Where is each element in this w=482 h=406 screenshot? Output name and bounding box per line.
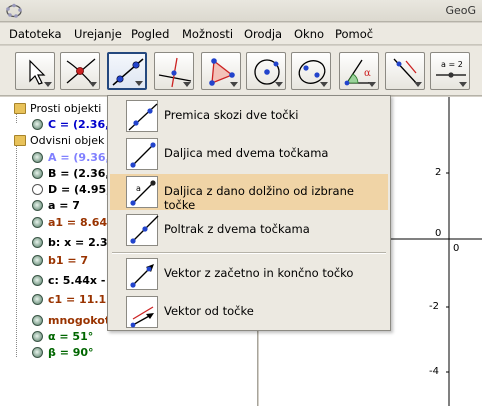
visibility-toggle-icon[interactable] (32, 331, 43, 342)
y-tick-label: -2 (429, 301, 439, 312)
line-tools-dropdown: Premica skozi dve točki Daljica med dvem… (107, 95, 391, 331)
toolbar: α a = 2 (0, 46, 482, 96)
menu-window[interactable]: Okno (294, 27, 324, 41)
perpendicular-tool-button[interactable] (154, 52, 194, 90)
y-tick-label: 0 (435, 228, 442, 239)
algebra-item[interactable]: β = 90° (0, 345, 258, 361)
visibility-toggle-icon[interactable] (32, 294, 43, 305)
window-title: GeoG (445, 4, 476, 17)
visibility-toggle-icon[interactable] (32, 347, 43, 358)
menu-help[interactable]: Pomoč (335, 27, 373, 41)
menu-options[interactable]: Možnosti (182, 27, 233, 41)
folder-icon (14, 103, 26, 114)
segment-given-length-icon: a (130, 180, 156, 206)
visibility-toggle-icon[interactable] (32, 184, 43, 195)
angle-tool-button[interactable]: α (339, 52, 379, 90)
reflect-tool-button[interactable] (385, 52, 425, 90)
ray-two-points-option[interactable]: Poltrak z dvema točkama (110, 212, 388, 248)
visibility-toggle-icon[interactable] (32, 255, 43, 266)
svg-text:α: α (364, 68, 371, 79)
circle-tool-button[interactable] (246, 52, 286, 90)
visibility-toggle-icon[interactable] (32, 237, 43, 248)
line-two-points-option[interactable]: Premica skozi dve točki (110, 98, 388, 134)
geogebra-window: GeoG Datoteka Urejanje Pogled Možnosti O… (0, 0, 482, 406)
title-bar: GeoG (0, 0, 482, 22)
geogebra-logo-icon (6, 3, 22, 18)
point-tool-button[interactable] (60, 52, 100, 90)
menu-tools[interactable]: Orodja (244, 27, 282, 41)
menu-bar: Datoteka Urejanje Pogled Možnosti Orodja… (0, 23, 482, 45)
menu-view[interactable]: Pogled (131, 27, 169, 41)
y-tick-label: -4 (429, 366, 439, 377)
line-two-points-icon (128, 103, 158, 131)
line-tool-button[interactable] (107, 52, 147, 90)
vector-two-points-option[interactable]: Vektor z začetno in končno točko (110, 256, 388, 292)
svg-text:a = 2: a = 2 (441, 60, 463, 69)
segment-given-length-option[interactable]: a Daljica z dano dolžino od izbrane točk… (110, 174, 388, 212)
visibility-toggle-icon[interactable] (32, 217, 43, 228)
y-tick-label: 2 (435, 167, 442, 178)
segment-two-points-option[interactable]: Daljica med dvema točkama (110, 136, 388, 172)
ray-two-points-icon (130, 215, 159, 244)
algebra-item[interactable]: α = 51° (0, 329, 258, 345)
visibility-toggle-icon[interactable] (32, 119, 43, 130)
visibility-toggle-icon[interactable] (32, 315, 43, 326)
slider-tool-button[interactable]: a = 2 (430, 52, 470, 90)
svg-text:a: a (136, 184, 141, 193)
move-tool-button[interactable] (15, 52, 55, 90)
menu-file[interactable]: Datoteka (9, 27, 62, 41)
segment-two-points-icon (130, 142, 156, 168)
polygon-tool-button[interactable] (201, 52, 241, 90)
free-objects-label: Prosti objekti (30, 102, 102, 115)
visibility-toggle-icon[interactable] (32, 275, 43, 286)
conic-tool-button[interactable] (291, 52, 331, 90)
vector-from-point-icon (130, 306, 154, 328)
menu-edit[interactable]: Urejanje (74, 27, 122, 41)
vector-two-points-icon (130, 264, 154, 288)
dependent-objects-label: Odvisni objek (30, 134, 105, 147)
visibility-toggle-icon[interactable] (32, 168, 43, 179)
folder-icon (14, 135, 26, 146)
x-tick-label: 0 (453, 243, 460, 254)
visibility-toggle-icon[interactable] (32, 152, 43, 163)
vector-from-point-option[interactable]: Vektor od točke (110, 294, 388, 330)
visibility-toggle-icon[interactable] (32, 200, 43, 211)
